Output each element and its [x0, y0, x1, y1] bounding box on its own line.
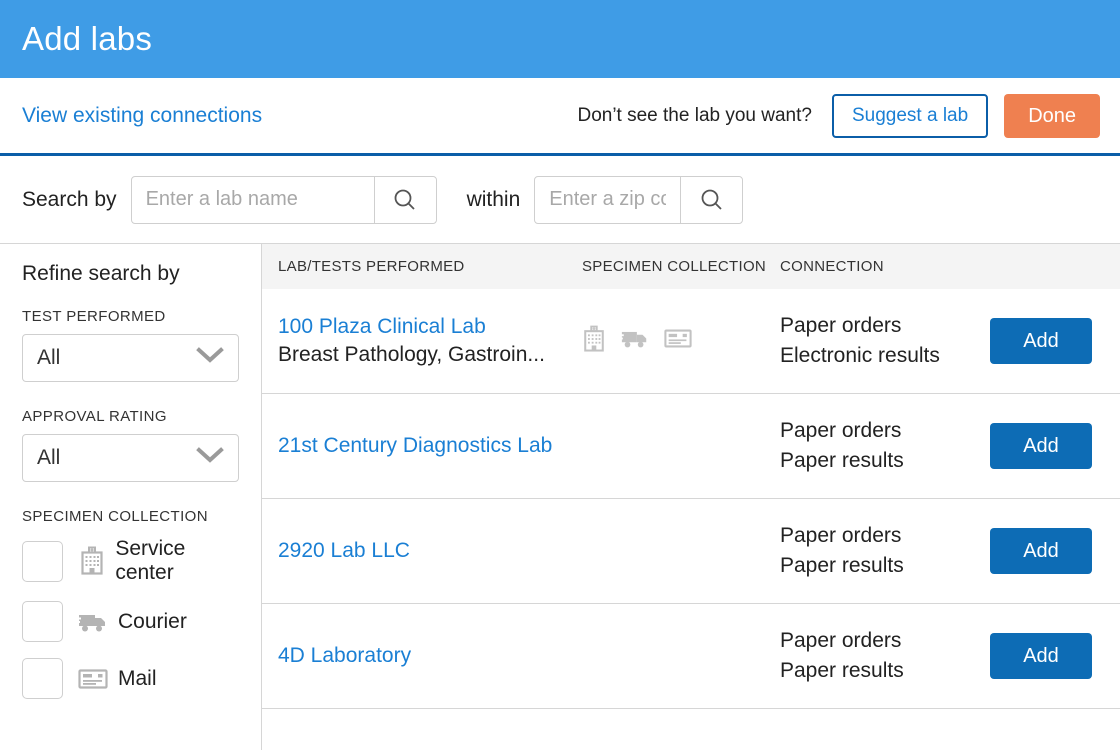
courier-checkbox[interactable]: [22, 601, 63, 642]
courier-truck-icon: [76, 610, 110, 634]
add-lab-button[interactable]: Add: [990, 318, 1092, 364]
test-performed-select[interactable]: All: [22, 334, 239, 382]
search-icon: [392, 187, 418, 213]
test-performed-value: All: [37, 346, 60, 370]
suggest-prompt-text: Don’t see the lab you want?: [577, 105, 812, 127]
suggest-a-lab-button[interactable]: Suggest a lab: [832, 94, 988, 138]
specimen-cell: [582, 325, 780, 358]
specimen-option-mail[interactable]: Mail: [22, 658, 239, 699]
add-lab-button[interactable]: Add: [990, 528, 1092, 574]
mail-envelope-icon: [76, 668, 110, 690]
action-cell: Add: [990, 423, 1120, 469]
column-header-lab-tests: LAB/TESTS PERFORMED: [262, 258, 582, 275]
lab-cell: 100 Plaza Clinical Lab Breast Pathology,…: [262, 313, 582, 370]
action-cell: Add: [990, 633, 1120, 679]
action-cell: Add: [990, 528, 1120, 574]
table-row: 2920 Lab LLC Paper orders Paper results …: [262, 499, 1120, 604]
lab-cell: 21st Century Diagnostics Lab: [262, 432, 582, 460]
lab-name-input[interactable]: [132, 177, 374, 223]
connection-orders: Paper orders: [780, 416, 990, 446]
zip-code-search-box: [534, 176, 743, 224]
action-cell: Add: [990, 318, 1120, 364]
table-row: 21st Century Diagnostics Lab Paper order…: [262, 394, 1120, 499]
table-header-row: LAB/TESTS PERFORMED SPECIMEN COLLECTION …: [262, 244, 1120, 289]
within-label: within: [467, 188, 521, 212]
zip-code-input[interactable]: [535, 177, 680, 223]
window-title-bar: Add labs: [0, 0, 1120, 78]
search-icon: [699, 187, 725, 213]
lab-results-table: LAB/TESTS PERFORMED SPECIMEN COLLECTION …: [262, 244, 1120, 750]
add-lab-button[interactable]: Add: [990, 423, 1092, 469]
test-performed-label: TEST PERFORMED: [22, 308, 239, 325]
lab-cell: 4D Laboratory: [262, 642, 582, 670]
table-row: 100 Plaza Clinical Lab Breast Pathology,…: [262, 289, 1120, 394]
view-existing-connections-link[interactable]: View existing connections: [22, 104, 262, 128]
specimen-option-service-center[interactable]: Service center: [22, 537, 239, 585]
lab-tests-text: Breast Pathology, Gastroin...: [278, 341, 582, 369]
connection-results: Electronic results: [780, 341, 990, 371]
specimen-icon-group: [582, 325, 780, 358]
lab-name-link[interactable]: 21st Century Diagnostics Lab: [278, 432, 582, 460]
mail-label: Mail: [118, 667, 157, 691]
approval-rating-label: APPROVAL RATING: [22, 408, 239, 425]
courier-label: Courier: [118, 610, 187, 634]
connection-orders: Paper orders: [780, 311, 990, 341]
lab-name-search-button[interactable]: [374, 177, 436, 223]
lab-name-link[interactable]: 4D Laboratory: [278, 642, 582, 670]
refine-search-heading: Refine search by: [22, 262, 239, 286]
connection-cell: Paper orders Paper results: [780, 416, 990, 476]
courier-truck-icon: [620, 327, 650, 355]
connection-cell: Paper orders Paper results: [780, 626, 990, 686]
refine-search-sidebar: Refine search by TEST PERFORMED All APPR…: [0, 244, 262, 750]
page-title: Add labs: [22, 20, 152, 58]
done-button[interactable]: Done: [1004, 94, 1100, 138]
lab-name-link[interactable]: 100 Plaza Clinical Lab: [278, 313, 582, 341]
specimen-collection-label: SPECIMEN COLLECTION: [22, 508, 239, 525]
connection-results: Paper results: [780, 446, 990, 476]
specimen-option-courier[interactable]: Courier: [22, 601, 239, 642]
table-row: 4D Laboratory Paper orders Paper results…: [262, 604, 1120, 709]
content-area: Refine search by TEST PERFORMED All APPR…: [0, 244, 1120, 750]
service-center-icon: [582, 325, 606, 358]
service-center-label: Service center: [115, 537, 239, 585]
column-header-connection: CONNECTION: [780, 258, 990, 275]
column-header-specimen: SPECIMEN COLLECTION: [582, 258, 780, 275]
connection-results: Paper results: [780, 656, 990, 686]
zip-code-search-button[interactable]: [680, 177, 742, 223]
mail-checkbox[interactable]: [22, 658, 63, 699]
chevron-down-icon: [196, 447, 224, 469]
lab-cell: 2920 Lab LLC: [262, 537, 582, 565]
service-center-checkbox[interactable]: [22, 541, 63, 582]
search-by-label: Search by: [22, 188, 117, 212]
chevron-down-icon: [196, 347, 224, 369]
lab-name-search-box: [131, 176, 437, 224]
connection-orders: Paper orders: [780, 521, 990, 551]
connection-results: Paper results: [780, 551, 990, 581]
search-bar: Search by within: [0, 156, 1120, 244]
approval-rating-select[interactable]: All: [22, 434, 239, 482]
add-lab-button[interactable]: Add: [990, 633, 1092, 679]
connection-cell: Paper orders Paper results: [780, 521, 990, 581]
approval-rating-value: All: [37, 446, 60, 470]
mail-envelope-icon: [664, 328, 692, 354]
connection-cell: Paper orders Electronic results: [780, 311, 990, 371]
connection-orders: Paper orders: [780, 626, 990, 656]
lab-name-link[interactable]: 2920 Lab LLC: [278, 537, 582, 565]
service-center-icon: [76, 546, 107, 576]
toolbar: View existing connections Don’t see the …: [0, 78, 1120, 156]
